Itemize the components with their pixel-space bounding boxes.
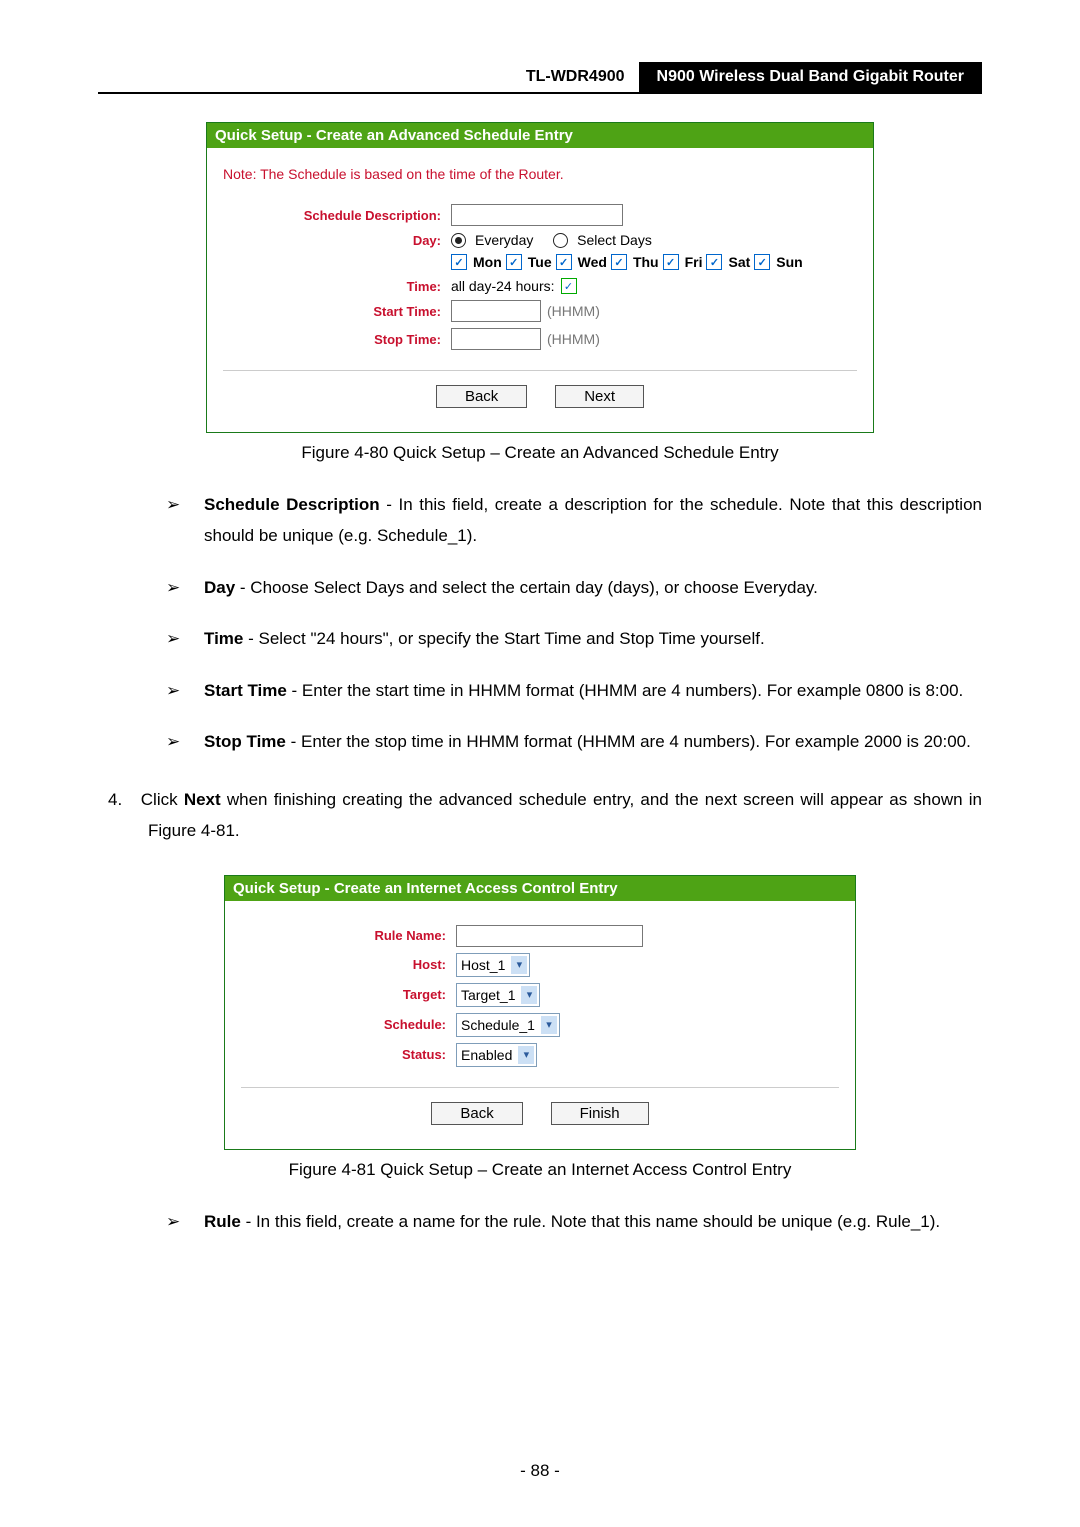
checkbox-mon[interactable]: ✓ [451,254,467,270]
schedule-note: Note: The Schedule is based on the time … [223,166,857,182]
figure-4-81-caption: Figure 4-81 Quick Setup – Create an Inte… [98,1160,982,1180]
label-target: Target: [241,987,456,1002]
figure-4-81-title: Quick Setup - Create an Internet Access … [225,876,855,901]
checkbox-thu[interactable]: ✓ [611,254,627,270]
rule-name-input[interactable] [456,925,643,947]
stop-time-input[interactable] [451,328,541,350]
label-schedule: Schedule: [241,1017,456,1032]
checkbox-sat[interactable]: ✓ [706,254,722,270]
schedule-description-input[interactable] [451,204,623,226]
figure-4-80-panel: Quick Setup - Create an Advanced Schedul… [206,122,874,433]
days-checkbox-row: ✓Mon ✓Tue ✓Wed ✓Thu ✓Fri ✓Sat ✓Sun [451,254,857,270]
figure-4-80-caption: Figure 4-80 Quick Setup – Create an Adva… [98,443,982,463]
radio-select-days[interactable] [553,233,568,248]
label-host: Host: [241,957,456,972]
all-day-label: all day-24 hours: [451,278,555,294]
document-header: TL-WDR4900 N900 Wireless Dual Band Gigab… [98,62,982,94]
chevron-down-icon: ▾ [541,1016,557,1034]
target-select[interactable]: Target_1▾ [456,983,540,1007]
page-number: - 88 - [0,1461,1080,1481]
radio-everyday[interactable] [451,233,466,248]
stop-time-hint: (HHMM) [547,331,600,347]
start-time-input[interactable] [451,300,541,322]
chevron-down-icon: ▾ [521,986,537,1004]
label-schedule-description: Schedule Description: [223,208,451,223]
checkbox-tue[interactable]: ✓ [506,254,522,270]
radio-select-days-label: Select Days [577,232,652,248]
radio-everyday-label: Everyday [475,232,533,248]
back-button-2[interactable]: Back [431,1102,522,1125]
checkbox-fri[interactable]: ✓ [663,254,679,270]
chevron-down-icon: ▾ [511,956,527,974]
bullet-arrow-icon: ➢ [166,623,180,654]
label-start-time: Start Time: [223,304,451,319]
start-time-hint: (HHMM) [547,303,600,319]
product-model: TL-WDR4900 [512,62,639,92]
label-rule-name: Rule Name: [241,928,456,943]
schedule-select[interactable]: Schedule_1▾ [456,1013,560,1037]
chevron-down-icon: ▾ [518,1046,534,1064]
bullet-arrow-icon: ➢ [166,489,180,520]
status-select[interactable]: Enabled▾ [456,1043,537,1067]
checkbox-all-day[interactable]: ✓ [561,278,577,294]
checkbox-wed[interactable]: ✓ [556,254,572,270]
bullet-arrow-icon: ➢ [166,726,180,757]
product-title: N900 Wireless Dual Band Gigabit Router [639,62,982,92]
label-stop-time: Stop Time: [223,332,451,347]
access-control-field-list: ➢Rule - In this field, create a name for… [166,1196,982,1247]
host-select[interactable]: Host_1▾ [456,953,530,977]
label-time: Time: [223,279,451,294]
back-button[interactable]: Back [436,385,527,408]
label-status: Status: [241,1047,456,1062]
finish-button[interactable]: Finish [551,1102,649,1125]
next-button[interactable]: Next [555,385,644,408]
bullet-arrow-icon: ➢ [166,675,180,706]
label-day: Day: [223,233,451,248]
figure-4-80-title: Quick Setup - Create an Advanced Schedul… [207,123,873,148]
checkbox-sun[interactable]: ✓ [754,254,770,270]
figure-4-81-panel: Quick Setup - Create an Internet Access … [224,875,856,1150]
step-4-text: 4. Click Next when finishing creating th… [98,784,982,847]
schedule-field-list: ➢Schedule Description - In this field, c… [166,479,982,768]
bullet-arrow-icon: ➢ [166,1206,180,1237]
bullet-arrow-icon: ➢ [166,572,180,603]
